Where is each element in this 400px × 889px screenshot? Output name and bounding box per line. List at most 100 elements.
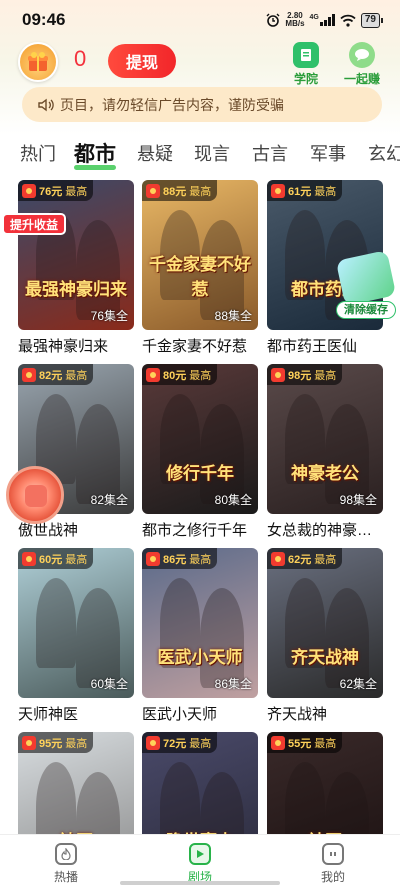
tab-hot[interactable]: 热门 <box>20 140 56 166</box>
reward-amount: 60元 <box>39 553 63 566</box>
status-time: 09:46 <box>22 10 66 29</box>
tab-ancient-romance[interactable]: 古言 <box>252 140 288 166</box>
poster-figure <box>36 578 76 668</box>
avatar[interactable] <box>18 42 58 82</box>
notice-text: 页目，请勿轻信广告内容，谨防受骗 <box>60 96 284 113</box>
poster-title-art: 齐天战神 <box>291 648 359 668</box>
poster-figure <box>325 404 369 504</box>
category-tabs: 热门 都市 悬疑 现言 古言 军事 玄幻 <box>0 140 400 172</box>
episode-count: 76集全 <box>90 309 128 323</box>
drama-title: 齐天战神 <box>267 706 328 723</box>
fire-icon <box>55 843 77 865</box>
status-bar: 09:46 2.80 MB/s 4G 79 <box>0 0 400 40</box>
cache-box-icon <box>335 250 397 306</box>
drama-poster[interactable]: 最强神豪归来 76元 最高 76集全 <box>18 180 134 330</box>
red-packet-icon <box>146 551 160 566</box>
alarm-icon <box>266 13 280 27</box>
reward-suffix: 最高 <box>314 369 337 382</box>
tab-suspense[interactable]: 悬疑 <box>137 140 173 166</box>
reward-price-badge: 88元 最高 <box>142 180 218 201</box>
drama-poster[interactable]: 神豪老公 98元 最高 98集全 <box>267 364 383 514</box>
drama-card[interactable]: 最强神豪归来 76元 最高 76集全 最强神豪归来 <box>18 180 134 360</box>
drama-card[interactable]: 千金家妻不好惹 88元 最高 88集全 千金家妻不好惹 <box>142 180 258 360</box>
reward-suffix: 最高 <box>189 185 212 198</box>
status-icons: 2.80 MB/s 4G 79 <box>266 11 384 28</box>
red-packet-icon <box>22 367 36 382</box>
reward-amount: 72元 <box>163 737 187 750</box>
poster-title-art: 修行千年 <box>166 464 234 484</box>
reward-price-badge: 62元 最高 <box>267 548 343 569</box>
poster-figure <box>200 588 244 688</box>
reward-price-badge: 61元 最高 <box>267 180 343 201</box>
tab-modern-romance[interactable]: 现言 <box>194 140 230 166</box>
poster-figure <box>76 588 120 688</box>
earn-together-label: 一起赚 <box>343 72 380 86</box>
red-packet-icon <box>146 735 160 750</box>
reward-amount: 95元 <box>39 737 63 750</box>
home-indicator <box>120 881 280 885</box>
tab-military[interactable]: 军事 <box>310 140 346 166</box>
active-tab-indicator <box>74 165 116 170</box>
header-bar: 0 提现 学院 一起赚 <box>0 40 400 87</box>
drama-poster[interactable]: 修行千年 80元 最高 80集全 <box>142 364 258 514</box>
notice-banner: 页目，请勿轻信广告内容，谨防受骗 <box>22 87 382 122</box>
drama-poster[interactable]: 千金家妻不好惹 88元 最高 88集全 <box>142 180 258 330</box>
red-packet-icon <box>271 735 285 750</box>
poster-title-art: 神豪老公 <box>291 464 359 484</box>
reward-suffix: 最高 <box>314 185 337 198</box>
drama-card[interactable]: 医武小天师 86元 最高 86集全 医武小天师 <box>142 548 258 728</box>
reward-price-badge: 98元 最高 <box>267 364 343 385</box>
reward-suffix: 最高 <box>189 737 212 750</box>
red-packet-icon <box>146 367 160 382</box>
reward-price-badge: 72元 最高 <box>142 732 218 753</box>
gift-box-icon <box>28 52 48 71</box>
tab-fantasy[interactable]: 玄幻 <box>368 140 400 166</box>
reward-price-badge: 82元 最高 <box>18 364 94 385</box>
drama-poster[interactable]: 60元 最高 60集全 <box>18 548 134 698</box>
nav-mine[interactable]: 我的 <box>303 843 363 885</box>
tab-urban[interactable]: 都市 <box>74 140 116 168</box>
reward-price-badge: 76元 最高 <box>18 180 94 201</box>
reward-amount: 88元 <box>163 185 187 198</box>
drama-card[interactable]: 齐天战神 62元 最高 62集全 齐天战神 <box>267 548 383 728</box>
poster-title-art: 最强神豪归来 <box>25 280 127 300</box>
net-speed: 2.80 MB/s <box>285 11 305 28</box>
reward-amount: 76元 <box>39 185 63 198</box>
speaker-icon <box>38 98 54 111</box>
boost-earnings-badge[interactable]: 提升收益 <box>2 213 67 235</box>
red-packet-icon <box>22 735 36 750</box>
poster-figure <box>325 588 369 688</box>
reward-price-badge: 86元 最高 <box>142 548 218 569</box>
reward-suffix: 最高 <box>189 553 212 566</box>
poster-figure <box>76 220 120 320</box>
battery-indicator: 79 <box>360 12 384 28</box>
wifi-icon <box>340 14 356 27</box>
reward-suffix: 最高 <box>65 185 88 198</box>
drama-title: 女总裁的神豪… <box>267 522 373 539</box>
poster-title-art: 医武小天师 <box>157 648 243 668</box>
reward-suffix: 最高 <box>189 369 212 382</box>
nav-hot[interactable]: 热播 <box>36 843 96 885</box>
earn-together-button[interactable]: 一起赚 <box>337 42 387 87</box>
withdraw-button[interactable]: 提现 <box>108 44 176 78</box>
nav-theater[interactable]: 剧场 <box>170 843 230 885</box>
reward-price-badge: 55元 最高 <box>267 732 343 753</box>
reward-amount: 86元 <box>163 553 187 566</box>
episode-count: 60集全 <box>90 677 128 691</box>
drama-card[interactable]: 神豪老公 98元 最高 98集全 女总裁的神豪… <box>267 364 383 544</box>
poster-title-art: 千金家妻不好惹 <box>149 255 251 300</box>
drama-poster[interactable]: 医武小天师 86元 最高 86集全 <box>142 548 258 698</box>
drama-poster[interactable]: 齐天战神 62元 最高 62集全 <box>267 548 383 698</box>
poster-figure <box>76 404 120 504</box>
clear-cache-widget[interactable]: 清除缓存 <box>335 250 397 321</box>
reward-suffix: 最高 <box>65 369 88 382</box>
drama-card[interactable]: 修行千年 80元 最高 80集全 都市之修行千年 <box>142 364 258 544</box>
red-packet-icon <box>146 183 160 198</box>
college-label: 学院 <box>293 72 318 86</box>
poster-figure <box>200 404 244 504</box>
floating-reward-button[interactable] <box>6 466 64 524</box>
reward-suffix: 最高 <box>65 553 88 566</box>
college-button[interactable]: 学院 <box>281 42 331 87</box>
drama-title: 都市药王医仙 <box>267 338 358 355</box>
drama-card[interactable]: 60元 最高 60集全 天师神医 <box>18 548 134 728</box>
